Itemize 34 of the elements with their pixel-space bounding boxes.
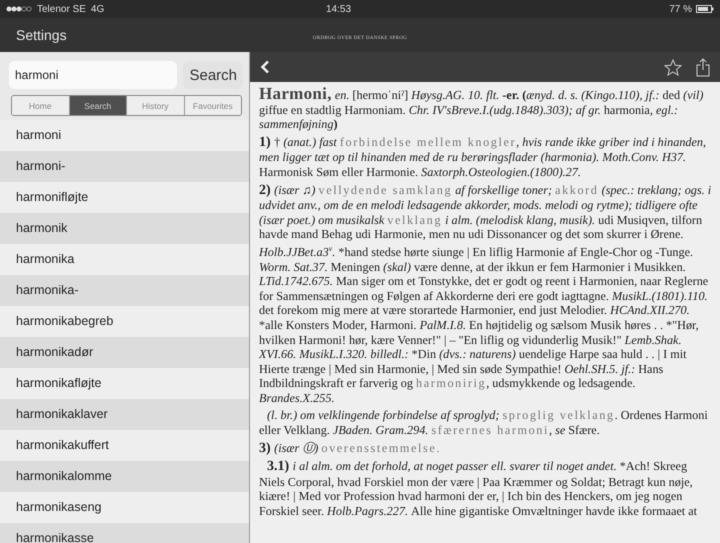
result-item[interactable]: harmonifløjte [0, 182, 249, 213]
battery-icon [696, 5, 714, 13]
search-field[interactable]: harmoni [9, 61, 178, 89]
entry-paragraph: 3.1) i al alm. om det forhold, at noget passer ell. svarer til noget andet. *Ach! Skreeg Niels Corporal, hvad Forskiel mon der være | Paa Kræmmer og Soldat; Betragt kun nøje, kiære! | Med vor Profession hvad harmoni der er, | Ich bin des Henckers, om jeg nogen Forskiel seer. Holb.Pagrs.227. Alle hine gigantiske Omvæltninger havde ikke formaaet at [259, 459, 698, 519]
result-item[interactable]: harmonikasse [0, 523, 249, 543]
entry-paragraph: Harmoni, en. [hermoˈniˀ] Høysg.AG. 10. flt. -er. (ænyd. d. s. (Kingo.110), jf.: ded (vil) giffue en stadtlig Harmoniam. Chr. IV'sBreve.I.(udg.1848).303); af gr. harmonia, egl.: sammenføjning) [259, 87, 704, 132]
back-icon[interactable] [260, 60, 270, 74]
tab[interactable]: Search [68, 96, 126, 115]
battery-percent: 77 % [669, 4, 692, 14]
settings-button[interactable]: Settings [10, 25, 73, 45]
clock-time: 14:53 [326, 4, 352, 14]
result-item[interactable]: harmonikafløjte [0, 368, 249, 399]
result-item[interactable]: harmonik [0, 213, 249, 244]
entry-paragraph: 3) (især Ⓤ) overensstemmelse. [259, 440, 442, 456]
result-item[interactable]: harmoni- [0, 151, 249, 182]
result-item[interactable]: harmonikaseng [0, 492, 249, 523]
result-item[interactable]: harmonikaklaver [0, 399, 249, 430]
result-item[interactable]: harmonikadør [0, 337, 249, 368]
search-button[interactable]: Search [183, 61, 243, 89]
entry-paragraph: Holb.JJBet.a3$^{v}$. *hand stedse hørte siunge | En liflig Harmonie af Engle-Chor og -Tunge. Worm. Sat.37. Meningen (skal) være denne, at der ikkun er fem Harmonier i Musikken. LTid.1742.675. Man siger om et Tonstykke, det er godt og reent i Harmonien, naar Reglerne for Sammensætningen og Følgen af Akkorderne deri ere godt iagttagne. MusikL.(1801).110. det forekom mig mere at være storartede Harmonier, end just Melodier. HCAnd.XII.270. *alle Konsters Moder, Harmoni. PalM.I.8. En højtidelig og sælsom Musik høres . . *"Hør, hvilken Harmoni! hør, kære Venner!" | – "En liflig og vidunderlig Musik!" Lemb.Shak. XVI.66. MusikL.I.320. billedl.: *Din (dvs.: naturens) uendelige Harpe saa huld . . | I mit Hierte trænge | Med sin Harmonie, | Med sin søde Sympathie! Oehl.SH.5. jf.: Hans Indbildningskraft er farverig og harmonirig, udsmykkende og ledsagende. Brandes.X.255. [259, 244, 710, 406]
signal-icon [6, 6, 32, 12]
network-type: 4G [90, 4, 104, 14]
entry-paragraph: 1) † (anat.) fast forbindelse mellem knogler, hvis rande ikke griber ind i hinanden, men ligger tæt op til hinanden med de ru berøringsflader (harmonia). Moth.Conv. H37. Harmonisk Søm eller Harmonie. Saxtorph.Osteologien.(1800).27. [259, 134, 708, 180]
star-icon[interactable] [664, 58, 682, 76]
carrier-name: Telenor SE [37, 4, 86, 14]
result-item[interactable]: harmonika [0, 244, 249, 275]
result-item[interactable]: harmonikalomme [0, 461, 249, 492]
entry-paragraph: (l. br.) om velklingende forbindelse af sproglyd; sproglig velklang. Ordenes Harmoni eller Velklang. JBaden. Gram.294. sfærernes harmoni, se Sfære. [259, 408, 709, 438]
result-item[interactable]: harmonika- [0, 275, 249, 306]
result-item[interactable]: harmoni [0, 120, 249, 151]
result-item[interactable]: harmonikakuffert [0, 430, 249, 461]
result-item[interactable]: harmonikabegreb [0, 306, 249, 337]
entry-paragraph: 2) (især ♫) vellydende samklang af forskellige toner; akkord (spec.: treklang; ogs. i udvidet anv., om de en melodi ledsagende akkorder, mods. melodi og rytme); tidligere ofte (især poet.) om musikalsk velklang i alm. (melodisk klang, musik). udi Musiqven, tilforn havde mand Behag udi Harmonie, men nu udi Dissonancer og det som skurrer i Ørene. [259, 182, 712, 242]
share-icon[interactable] [696, 58, 710, 76]
